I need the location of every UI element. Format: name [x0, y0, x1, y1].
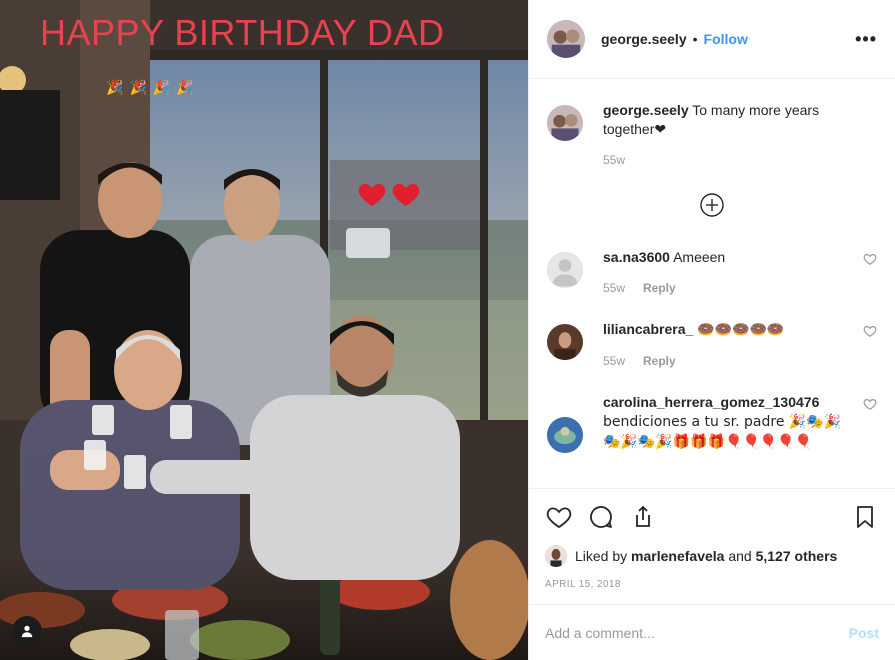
comment-username[interactable]: sa.na3600: [603, 249, 670, 265]
party-popper-icon: 🎉: [152, 80, 171, 96]
comment-item: carolina_herrera_gomez_130476 bendicione…: [547, 393, 877, 453]
user-tag-icon: [21, 625, 33, 638]
commenter-avatar[interactable]: [547, 417, 583, 453]
comment-age[interactable]: 55w: [603, 151, 625, 170]
post-sidebar: george.seely • Follow ••• george.seely T…: [528, 0, 895, 660]
bookmark-icon[interactable]: [851, 503, 879, 531]
more-options-icon[interactable]: •••: [855, 29, 877, 50]
heart-stickers: [356, 178, 422, 210]
add-comment-bar: Post: [529, 604, 895, 660]
commenter-avatar[interactable]: [547, 105, 583, 141]
comment-age[interactable]: 55w: [603, 279, 625, 298]
post-photo[interactable]: HAPPY BIRTHDAY DAD 🎉 🎉 🎉 🎉: [0, 0, 528, 660]
liker-avatar[interactable]: [545, 545, 567, 567]
post-modal: HAPPY BIRTHDAY DAD 🎉 🎉 🎉 🎉 george.seely …: [0, 0, 895, 660]
caption-comment: george.seely To many more years together…: [547, 101, 877, 170]
plus-circle-icon[interactable]: [699, 192, 725, 218]
post-header: george.seely • Follow •••: [529, 0, 895, 79]
party-popper-icon: 🎉: [129, 80, 147, 96]
party-popper-icon: 🎉: [176, 80, 194, 96]
load-more-comments[interactable]: [547, 192, 877, 218]
commenter-avatar[interactable]: [547, 252, 583, 288]
photo-scene: [0, 0, 528, 660]
photo-caption-text: HAPPY BIRTHDAY DAD: [40, 12, 445, 53]
user-tag-button[interactable]: [12, 616, 42, 646]
post-comment-button[interactable]: Post: [849, 625, 879, 641]
reply-button[interactable]: Reply: [643, 279, 676, 298]
header-separator: •: [692, 31, 698, 47]
liker-username[interactable]: marlenefavela: [631, 548, 724, 564]
author-avatar[interactable]: [547, 20, 585, 58]
post-actions: Liked by marlenefavela and 5,127 others …: [529, 488, 895, 590]
comment-text: Ameeen: [673, 249, 726, 265]
comment-item: liliancabrera_ 🍩🍩🍩🍩🍩 55w Reply: [547, 320, 877, 371]
likes-summary: Liked by marlenefavela and 5,127 others: [545, 545, 879, 567]
commenter-avatar[interactable]: [547, 324, 583, 360]
like-heart-icon[interactable]: [545, 503, 573, 531]
comment-like-heart-icon[interactable]: [863, 324, 877, 338]
comment-username[interactable]: carolina_herrera_gomez_130476: [603, 394, 819, 410]
comment-item: sa.na3600 Ameeen 55w Reply: [547, 248, 877, 298]
party-popper-icon: 🎉: [106, 80, 124, 96]
comment-like-heart-icon[interactable]: [863, 397, 877, 411]
post-date[interactable]: APRIL 15, 2018: [545, 579, 879, 590]
comment-like-heart-icon[interactable]: [863, 252, 877, 266]
comment-icon[interactable]: [587, 503, 615, 531]
comment-text: bendiciones a tu sr. padre 🎉🎭🎉🎭🎉🎭🎉🎁🎁🎁🎈🎈🎈…: [603, 414, 842, 450]
red-heart-icon: [358, 184, 386, 206]
author-username[interactable]: george.seely: [601, 31, 687, 47]
party-popper-stickers: 🎉 🎉 🎉 🎉: [106, 80, 194, 96]
comments-list: george.seely To many more years together…: [529, 79, 895, 488]
comment-text: 🍩🍩🍩🍩🍩: [697, 322, 785, 338]
comment-username[interactable]: george.seely: [603, 102, 689, 118]
share-icon[interactable]: [629, 503, 657, 531]
follow-button[interactable]: Follow: [704, 31, 748, 47]
red-heart-icon: [392, 184, 420, 206]
likes-conjunction: and: [728, 548, 752, 564]
comment-age[interactable]: 55w: [603, 352, 625, 371]
comment-input[interactable]: [545, 624, 849, 641]
likes-others-link[interactable]: 5,127 others: [756, 548, 838, 564]
likes-prefix: Liked by: [575, 548, 628, 564]
reply-button[interactable]: Reply: [643, 352, 676, 371]
comment-username[interactable]: liliancabrera_: [603, 321, 693, 337]
